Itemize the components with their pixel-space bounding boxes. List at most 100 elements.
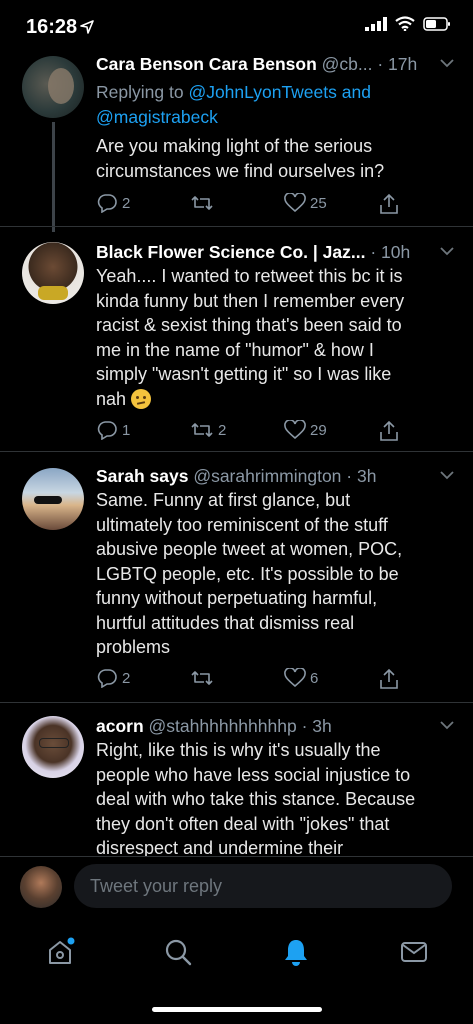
- tweet-text-line: disrespect and undermine their: [96, 838, 344, 856]
- reply-icon: [97, 421, 117, 440]
- handle[interactable]: @stahhhhhhhhhhp: [149, 716, 297, 736]
- avatar[interactable]: [22, 468, 84, 530]
- like-count: 25: [310, 194, 327, 212]
- tab-search[interactable]: [158, 932, 198, 972]
- status-time: 16:28: [26, 16, 78, 38]
- wifi-icon: [395, 16, 415, 31]
- tweet-black-flower[interactable]: Black Flower Science Co. | Jaz... · 10h …: [0, 240, 473, 450]
- tab-home[interactable]: [40, 932, 80, 972]
- tweet-sarah-says[interactable]: Sarah says @sarahrimmington · 3h Same. F…: [0, 464, 473, 702]
- timestamp: · 3h: [346, 466, 377, 486]
- share-button[interactable]: [378, 193, 400, 215]
- reply-button[interactable]: 1: [96, 420, 130, 440]
- display-name[interactable]: acorn: [96, 716, 144, 736]
- retweet-icon: [191, 196, 213, 210]
- replying-prefix: Replying to: [96, 82, 184, 102]
- like-count: 29: [310, 421, 327, 439]
- chevron-down-icon[interactable]: [439, 246, 455, 256]
- share-button[interactable]: [378, 420, 400, 442]
- share-button[interactable]: [378, 668, 400, 690]
- share-icon: [380, 668, 398, 689]
- tweet-text-line: racist & sexist thing that's been said t…: [96, 315, 402, 335]
- status-icons: [365, 16, 451, 31]
- tweet-text-line: Right, like this is why it's usually the: [96, 740, 381, 760]
- display-name[interactable]: Sarah says: [96, 466, 188, 486]
- replying-to: Replying to @JohnLyonTweets and @magistr…: [96, 80, 436, 129]
- tweet-cara-benson[interactable]: Cara Benson Cara Benson @cb... · 17h Rep…: [0, 50, 473, 232]
- tweet-text-line: deal with who take this stance. Because: [96, 789, 416, 809]
- timestamp: · 3h: [301, 716, 332, 736]
- tweet-text: Are you making light of the serious circ…: [96, 134, 436, 183]
- tweet-header: Black Flower Science Co. | Jaz... · 10h: [96, 242, 449, 263]
- current-user-avatar[interactable]: [20, 866, 62, 908]
- like-button[interactable]: 6: [284, 668, 318, 688]
- display-name[interactable]: Black Flower Science Co. | Jaz...: [96, 242, 365, 262]
- tweet-text-line: Yeah.... I wanted to retweet this bc it …: [96, 266, 403, 286]
- tweet-text-line: they don't often deal with "jokes" that: [96, 813, 390, 834]
- tweet-text-line: ultimately too reminiscent of the stuff: [96, 514, 388, 535]
- heart-icon: [284, 668, 306, 688]
- mention-link[interactable]: @magistrabeck: [96, 107, 218, 127]
- reply-input[interactable]: Tweet your reply: [74, 864, 452, 908]
- reply-icon: [97, 194, 117, 213]
- tab-notifications[interactable]: [276, 932, 316, 972]
- tab-messages[interactable]: [394, 932, 434, 972]
- reply-button[interactable]: 2: [96, 193, 130, 213]
- tweet-text: Yeah.... I wanted to retweet this bc it …: [96, 264, 436, 411]
- retweet-button[interactable]: [190, 668, 218, 688]
- signal-icon: [365, 16, 387, 31]
- reply-bar: Tweet your reply: [0, 856, 473, 918]
- tweet-text-line: people who have less social injustice to: [96, 764, 411, 785]
- divider: [0, 702, 473, 703]
- search-icon: [165, 939, 192, 966]
- confused-face-icon: [131, 388, 152, 409]
- handle[interactable]: @cb...: [322, 54, 373, 74]
- tweet-text-word: nah: [96, 388, 127, 409]
- divider: [0, 451, 473, 452]
- reply-count: 2: [122, 194, 131, 212]
- tweet-text-line: circumstances we find ourselves in?: [96, 160, 385, 181]
- messages-icon: [401, 942, 427, 962]
- tweet-text-line: kinda funny but then I remember every: [96, 290, 405, 311]
- home-indicator[interactable]: [152, 1007, 322, 1012]
- retweet-button[interactable]: [190, 193, 218, 213]
- chevron-down-icon[interactable]: [439, 58, 455, 68]
- reply-count: 1: [122, 421, 131, 439]
- tweet-acorn[interactable]: acorn @stahhhhhhhhhhp · 3h Right, like t…: [0, 714, 473, 856]
- tweet-text-line: Are you making light of the serious: [96, 136, 373, 156]
- reply-count: 2: [122, 669, 131, 687]
- tweet-actions: 2 25: [96, 193, 406, 217]
- timestamp: · 17h: [377, 54, 418, 74]
- thread-line: [52, 122, 55, 232]
- retweet-count: 2: [218, 421, 227, 439]
- tweet-text-line: simply "wasn't getting it" so I was like: [96, 364, 392, 384]
- like-count: 6: [310, 669, 319, 687]
- retweet-icon: [191, 671, 213, 685]
- reply-button[interactable]: 2: [96, 668, 130, 688]
- like-button[interactable]: 29: [284, 420, 327, 440]
- tweet-text-line: LGBTQ people, etc. It's possible to be: [96, 563, 399, 584]
- tweet-text-line: me in the name of "humor" & how I: [96, 339, 374, 360]
- divider: [0, 226, 473, 227]
- display-name[interactable]: Cara Benson Cara Benson: [96, 54, 317, 74]
- home-icon: [49, 937, 75, 964]
- battery-icon: [423, 16, 450, 31]
- handle[interactable]: @sarahrimmington: [193, 466, 341, 486]
- tweet-header: Cara Benson Cara Benson @cb... · 17h: [96, 54, 449, 75]
- tweet-text-line: abusive people tweet at women, POC,: [96, 539, 403, 559]
- avatar[interactable]: [22, 56, 84, 118]
- tweet-text-line: Same. Funny at first glance, but: [96, 490, 351, 510]
- notifications-icon: [285, 940, 307, 966]
- chevron-down-icon[interactable]: [439, 470, 455, 480]
- chevron-down-icon[interactable]: [439, 720, 455, 730]
- avatar[interactable]: [22, 242, 84, 304]
- mention-link[interactable]: @JohnLyonTweets and: [188, 82, 371, 102]
- heart-icon: [284, 193, 306, 213]
- tweet-actions: 2 6: [96, 668, 406, 692]
- avatar[interactable]: [22, 716, 84, 778]
- like-button[interactable]: 25: [284, 193, 327, 213]
- retweet-button[interactable]: 2: [190, 420, 226, 440]
- tweet-header: acorn @stahhhhhhhhhhp · 3h: [96, 716, 449, 737]
- share-icon: [380, 193, 398, 214]
- tweet-header: Sarah says @sarahrimmington · 3h: [96, 466, 449, 487]
